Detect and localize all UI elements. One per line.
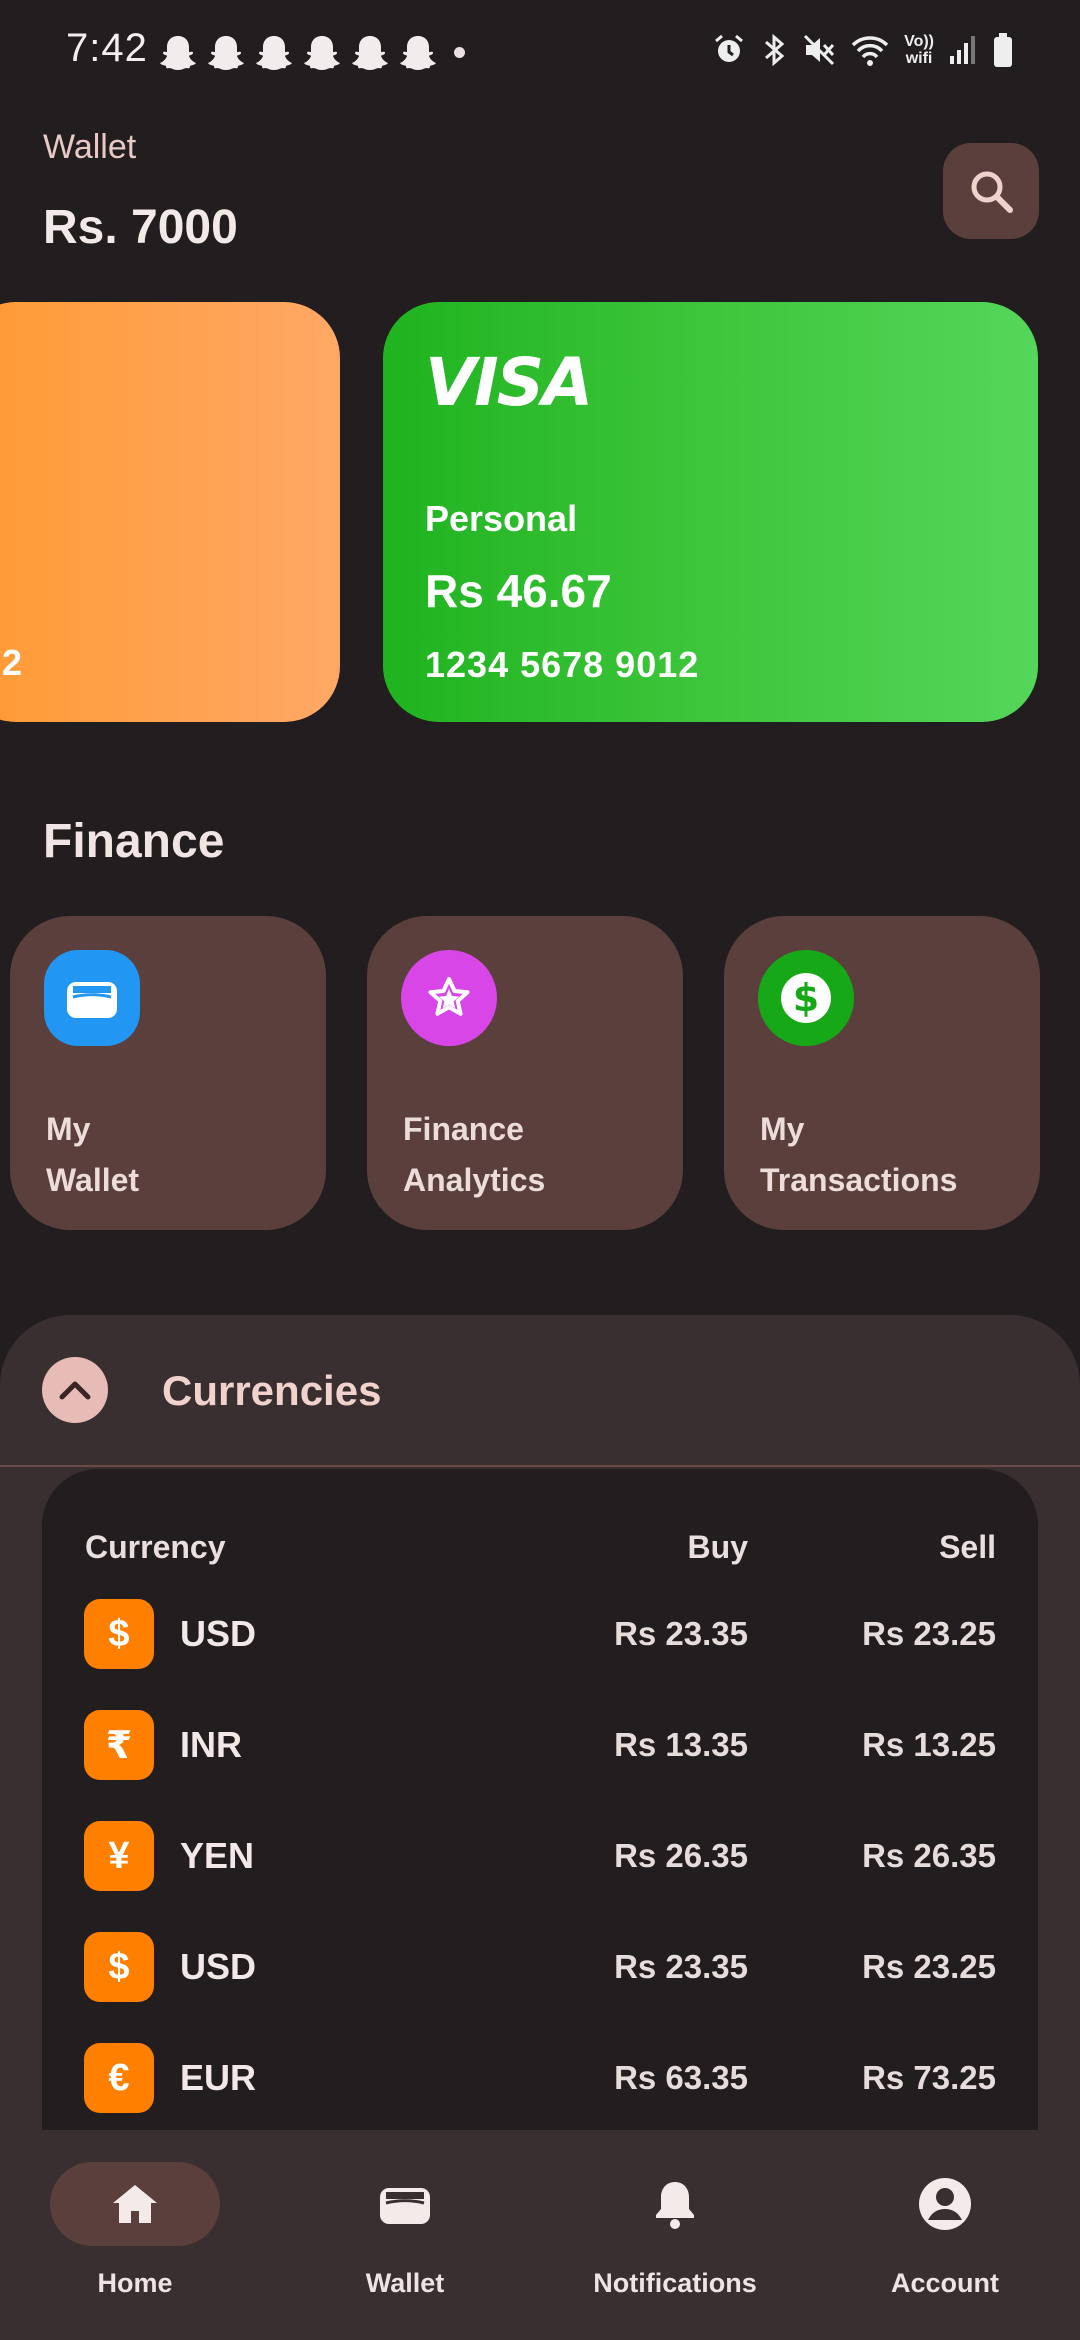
status-bar: 7:42 Vo)) wifi	[0, 0, 1080, 100]
wifi-icon	[851, 36, 889, 66]
nav-label: Notifications	[593, 2268, 757, 2298]
currency-code: USD	[180, 1613, 257, 1654]
currency-row[interactable]: ¥ YEN Rs 26.35 Rs 26.35	[42, 1821, 1038, 1891]
collapse-button[interactable]	[42, 1357, 108, 1423]
chevron-up-icon	[59, 1381, 91, 1400]
notification-icons	[160, 34, 436, 72]
search-icon	[971, 171, 1013, 213]
buy-price: Rs 26.35	[614, 1837, 748, 1874]
signal-icon	[950, 36, 975, 64]
nav-label: Home	[97, 2268, 173, 2298]
currencies-title: Currencies	[162, 1367, 382, 1414]
currency-row[interactable]: $ USD Rs 23.35 Rs 23.25	[42, 1599, 1038, 1669]
visa-card[interactable]: VISA Personal Rs 46.67 1234 5678 9012	[383, 302, 1038, 722]
buy-price: Rs 13.35	[614, 1726, 748, 1763]
currency-symbol-icon: €	[84, 2043, 154, 2113]
currency-code: USD	[180, 1946, 257, 1987]
battery-icon	[994, 33, 1012, 67]
sell-price: Rs 23.25	[862, 1948, 996, 1985]
nav-label: Account	[891, 2268, 999, 2298]
sell-price: Rs 23.25	[862, 1615, 996, 1652]
nav-home[interactable]: Home	[0, 2130, 270, 2340]
bottom-navigation: Home Wallet Notifications Account	[0, 2130, 1080, 2340]
nav-notifications[interactable]: Notifications	[540, 2130, 810, 2340]
account-icon	[919, 2178, 971, 2230]
my-wallet-tile[interactable]: My Wallet	[10, 916, 326, 1230]
snapchat-icon	[160, 36, 196, 70]
currency-code: INR	[180, 1724, 242, 1765]
nav-account[interactable]: Account	[810, 2130, 1080, 2340]
currency-symbol-icon: $	[84, 1932, 154, 2002]
snapchat-icon	[208, 36, 244, 70]
buy-price: Rs 63.35	[614, 2059, 748, 2096]
tile-label: Finance Analytics	[403, 1111, 546, 1198]
tile-label: My Transactions	[760, 1111, 958, 1198]
more-notifications-dot	[454, 47, 465, 58]
my-transactions-tile[interactable]: $ My Transactions	[724, 916, 1040, 1230]
card-name: Personal	[425, 498, 578, 539]
status-time: 7:42	[66, 26, 148, 70]
buy-price: Rs 23.35	[614, 1615, 748, 1652]
finance-title: Finance	[43, 815, 225, 868]
nav-active-indicator	[50, 2162, 220, 2246]
snapchat-icon	[256, 36, 292, 70]
currency-row[interactable]: € EUR Rs 63.35 Rs 73.25	[42, 2043, 1038, 2113]
column-header-buy: Buy	[687, 1529, 748, 1565]
card-number: 2	[1, 642, 22, 683]
wallet-icon	[44, 950, 140, 1046]
currencies-header[interactable]: Currencies	[0, 1315, 1080, 1467]
visa-logo: VISA	[425, 344, 593, 421]
mute-icon	[804, 34, 835, 66]
buy-price: Rs 23.35	[614, 1948, 748, 1985]
currency-symbol-icon: ¥	[84, 1821, 154, 1891]
card-balance: Rs 46.67	[425, 565, 612, 617]
nav-icon-wrap	[590, 2162, 760, 2246]
system-icons: Vo)) wifi	[712, 32, 1014, 68]
bell-icon	[656, 2182, 694, 2229]
currency-code: EUR	[180, 2057, 257, 2098]
finance-analytics-tile[interactable]: Finance Analytics	[367, 916, 683, 1230]
wallet-label: Wallet	[43, 128, 137, 166]
sell-price: Rs 26.35	[862, 1837, 996, 1874]
column-header-sell: Sell	[939, 1529, 996, 1565]
snapchat-icon	[400, 36, 436, 70]
nav-icon-wrap	[320, 2162, 490, 2246]
column-header-currency: Currency	[85, 1529, 226, 1565]
volte-wifi-label: Vo)) wifi	[904, 33, 934, 67]
snapchat-icon	[352, 36, 388, 70]
dollar-icon: $	[758, 950, 854, 1046]
bluetooth-icon	[765, 33, 785, 67]
wallet-balance: Rs. 7000	[43, 201, 238, 254]
home-icon	[113, 2185, 157, 2223]
currency-row[interactable]: $ USD Rs 23.35 Rs 23.25	[42, 1932, 1038, 2002]
star-icon	[401, 950, 497, 1046]
snapchat-icon	[304, 36, 340, 70]
currency-code: YEN	[180, 1835, 255, 1876]
currency-row[interactable]: ₹ INR Rs 13.35 Rs 13.25	[42, 1710, 1038, 1780]
currency-symbol-icon: ₹	[84, 1710, 154, 1780]
sell-price: Rs 13.25	[862, 1726, 996, 1763]
svg-text:$: $	[793, 976, 819, 1020]
nav-label: Wallet	[365, 2268, 445, 2298]
alarm-icon	[715, 34, 744, 62]
search-button[interactable]	[943, 143, 1039, 239]
nav-icon-wrap	[860, 2162, 1030, 2246]
nav-wallet[interactable]: Wallet	[270, 2130, 540, 2340]
card-number: 1234 5678 9012	[425, 644, 700, 685]
orange-card[interactable]: 2	[0, 302, 340, 722]
tile-label: My Wallet	[46, 1111, 140, 1198]
currency-symbol-icon: $	[84, 1599, 154, 1669]
wallet-icon	[380, 2188, 430, 2224]
sell-price: Rs 73.25	[862, 2059, 996, 2096]
